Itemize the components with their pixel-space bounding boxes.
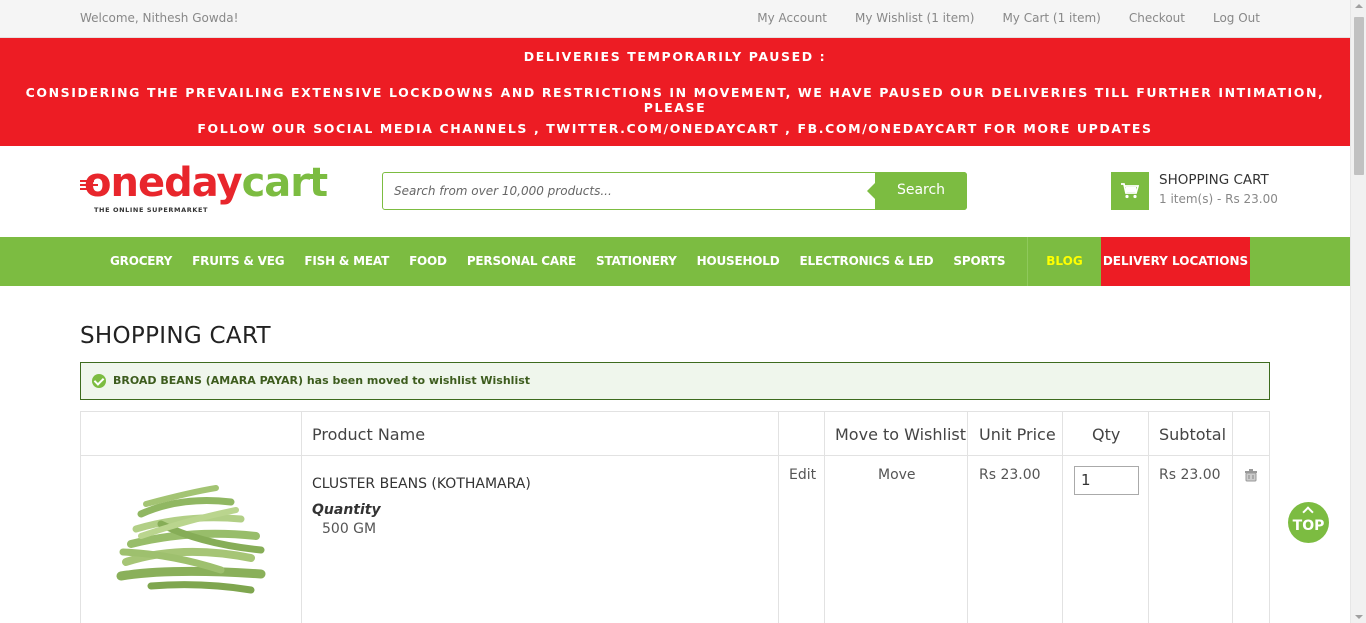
header-divider (81, 455, 1269, 456)
success-message-text: BROAD BEANS (AMARA PAYAR) has been moved… (113, 374, 531, 387)
chevron-up-icon (1302, 506, 1314, 518)
header-subtotal: Subtotal (1159, 425, 1227, 444)
unit-price-value: Rs 23.00 (979, 467, 1041, 483)
delivery-paused-banner: DELIVERIES TEMPORARILY PAUSED : CONSIDER… (0, 38, 1350, 146)
nav-blog[interactable]: BLOG (1027, 237, 1101, 286)
header-product-name: Product Name (312, 425, 426, 444)
page-scrollbar[interactable] (1350, 0, 1366, 623)
check-circle-icon (92, 374, 106, 388)
scroll-up-icon[interactable] (1355, 4, 1363, 8)
onedaycart-logo[interactable]: onedaycart THE ONLINE SUPERMARKET (80, 160, 328, 216)
scrollbar-thumb[interactable] (1354, 17, 1364, 175)
qty-input[interactable]: 1 (1074, 466, 1139, 495)
header-qty: Qty (1092, 425, 1121, 444)
nav-sports[interactable]: SPORTS (943, 237, 1015, 286)
banner-text-line-1: CONSIDERING THE PREVAILING EXTENSIVE LOC… (25, 85, 1325, 115)
nav-stationery[interactable]: STATIONERY (586, 237, 687, 286)
nav-household[interactable]: HOUSEHOLD (687, 237, 790, 286)
back-to-top-label: TOP (1292, 518, 1325, 534)
product-option-value: 500 GM (322, 521, 377, 537)
mini-cart-title: SHOPPING CART (1159, 172, 1269, 188)
scroll-down-icon[interactable] (1355, 615, 1363, 619)
search-button[interactable]: Search (867, 172, 967, 210)
welcome-text: Welcome, Nithesh Gowda! (80, 11, 239, 25)
checkout-link[interactable]: Checkout (1129, 11, 1185, 25)
logo-tagline: THE ONLINE SUPERMARKET (94, 206, 209, 214)
back-to-top-button[interactable]: TOP (1288, 502, 1329, 543)
main-nav: GROCERY FRUITS & VEG FISH & MEAT FOOD PE… (0, 237, 1350, 286)
page-title: SHOPPING CART (80, 323, 271, 349)
my-account-link[interactable]: My Account (757, 11, 827, 25)
nav-delivery-locations[interactable]: DELIVERY LOCATIONS (1101, 237, 1250, 286)
banner-text-line-2: FOLLOW OUR SOCIAL MEDIA CHANNELS , TWITT… (197, 121, 1153, 136)
edit-link[interactable]: Edit (789, 467, 816, 483)
header-move-to-wishlist: Move to Wishlist (835, 425, 967, 444)
success-message: BROAD BEANS (AMARA PAYAR) has been moved… (80, 362, 1270, 400)
nav-fish-meat[interactable]: FISH & MEAT (294, 237, 399, 286)
product-image[interactable] (111, 474, 271, 614)
my-wishlist-link[interactable]: My Wishlist (1 item) (855, 11, 974, 25)
mini-cart-summary: 1 item(s) - Rs 23.00 (1159, 192, 1278, 206)
nav-fruits-veg[interactable]: FRUITS & VEG (182, 237, 294, 286)
subtotal-value: Rs 23.00 (1159, 467, 1221, 483)
product-option-label: Quantity (312, 502, 381, 518)
cart-table: Product Name Move to Wishlist Unit Price… (80, 411, 1270, 623)
top-bar: Welcome, Nithesh Gowda! My Account My Wi… (0, 0, 1350, 38)
edit-column (779, 412, 825, 623)
nav-grocery[interactable]: GROCERY (100, 237, 182, 286)
logo-wordmark: onedaycart (84, 160, 328, 206)
site-header: onedaycart THE ONLINE SUPERMARKET Search… (0, 146, 1350, 237)
nav-personal-care[interactable]: PERSONAL CARE (457, 237, 586, 286)
cart-icon (1111, 172, 1149, 210)
product-name-link[interactable]: CLUSTER BEANS (KOTHAMARA) (312, 476, 531, 492)
nav-electronics-led[interactable]: ELECTRONICS & LED (790, 237, 944, 286)
nav-food[interactable]: FOOD (399, 237, 457, 286)
trash-icon[interactable] (1244, 468, 1258, 482)
move-to-wishlist-link[interactable]: Move (878, 467, 916, 483)
header-unit-price: Unit Price (979, 425, 1056, 444)
logout-link[interactable]: Log Out (1213, 11, 1260, 25)
search-bar: Search (382, 172, 967, 210)
banner-title: DELIVERIES TEMPORARILY PAUSED : (523, 49, 827, 64)
account-links: My Account My Wishlist (1 item) My Cart … (729, 11, 1260, 25)
search-input[interactable] (384, 174, 874, 208)
mini-cart[interactable]: SHOPPING CART 1 item(s) - Rs 23.00 (1111, 172, 1281, 212)
my-cart-link[interactable]: My Cart (1 item) (1002, 11, 1100, 25)
